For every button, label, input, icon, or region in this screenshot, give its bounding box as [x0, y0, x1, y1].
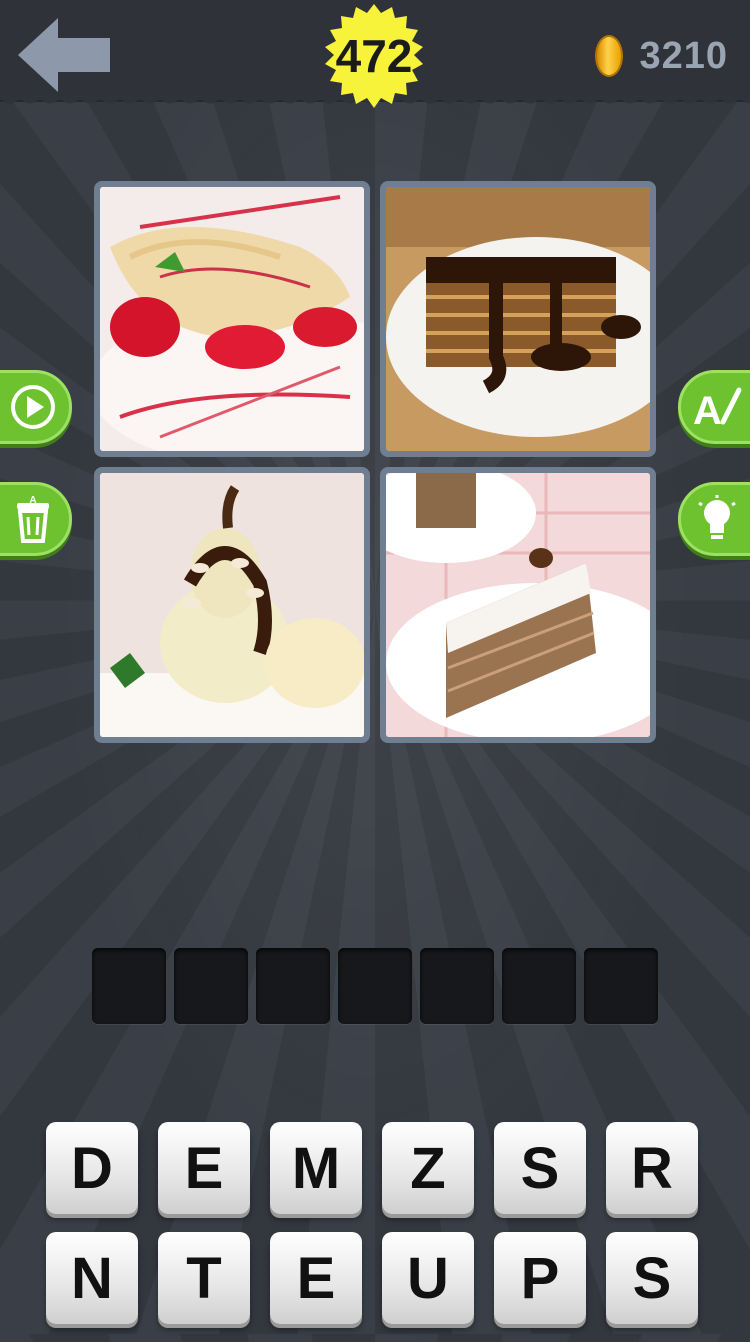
answer-slot[interactable] — [584, 948, 658, 1024]
svg-text:A: A — [29, 495, 36, 506]
back-arrow-icon — [18, 18, 110, 92]
reveal-letter-button[interactable]: A — [678, 370, 750, 444]
cream-cake-image — [386, 473, 650, 737]
answer-slot[interactable] — [92, 948, 166, 1024]
letter-key[interactable]: N — [46, 1232, 138, 1324]
coin-count: 3210 — [639, 34, 728, 77]
coin-counter: 3210 — [595, 30, 728, 82]
chocolate-cake-image — [386, 187, 650, 451]
svg-text:A: A — [693, 389, 722, 430]
answer-slot[interactable] — [256, 948, 330, 1024]
letter-keyboard: D E M Z S R N T E U P S — [46, 1122, 706, 1342]
letter-key[interactable]: R — [606, 1122, 698, 1214]
letter-key[interactable]: Z — [382, 1122, 474, 1214]
letter-key[interactable]: D — [46, 1122, 138, 1214]
answer-slots — [92, 948, 658, 1024]
letter-key[interactable]: U — [382, 1232, 474, 1324]
hint-button[interactable] — [678, 482, 750, 556]
answer-slot[interactable] — [502, 948, 576, 1024]
coin-icon — [595, 35, 624, 77]
letter-key[interactable]: S — [606, 1232, 698, 1324]
answer-slot[interactable] — [174, 948, 248, 1024]
reveal-letter-icon: A — [693, 387, 742, 430]
crepes-strawberry-image — [100, 187, 364, 451]
letter-key[interactable]: P — [494, 1232, 586, 1324]
picture-3[interactable] — [94, 467, 370, 743]
back-button[interactable] — [18, 18, 112, 92]
picture-4[interactable] — [380, 467, 656, 743]
letter-key[interactable]: M — [270, 1122, 362, 1214]
level-badge: 472 — [320, 4, 428, 108]
remove-letters-button[interactable]: A — [0, 482, 72, 556]
poached-pear-image — [100, 473, 364, 737]
play-video-button[interactable] — [0, 370, 72, 444]
letter-key[interactable]: T — [158, 1232, 250, 1324]
play-video-icon — [11, 385, 55, 429]
keyboard-row-1: D E M Z S R — [46, 1122, 706, 1214]
keyboard-row-2: N T E U P S — [46, 1232, 706, 1324]
picture-2[interactable] — [380, 181, 656, 457]
trash-icon: A — [17, 495, 49, 543]
answer-slot[interactable] — [338, 948, 412, 1024]
letter-key[interactable]: S — [494, 1122, 586, 1214]
level-number: 472 — [335, 30, 413, 82]
letter-key[interactable]: E — [270, 1232, 362, 1324]
lightbulb-icon — [698, 495, 736, 539]
picture-1[interactable] — [94, 181, 370, 457]
answer-slot[interactable] — [420, 948, 494, 1024]
letter-key[interactable]: E — [158, 1122, 250, 1214]
